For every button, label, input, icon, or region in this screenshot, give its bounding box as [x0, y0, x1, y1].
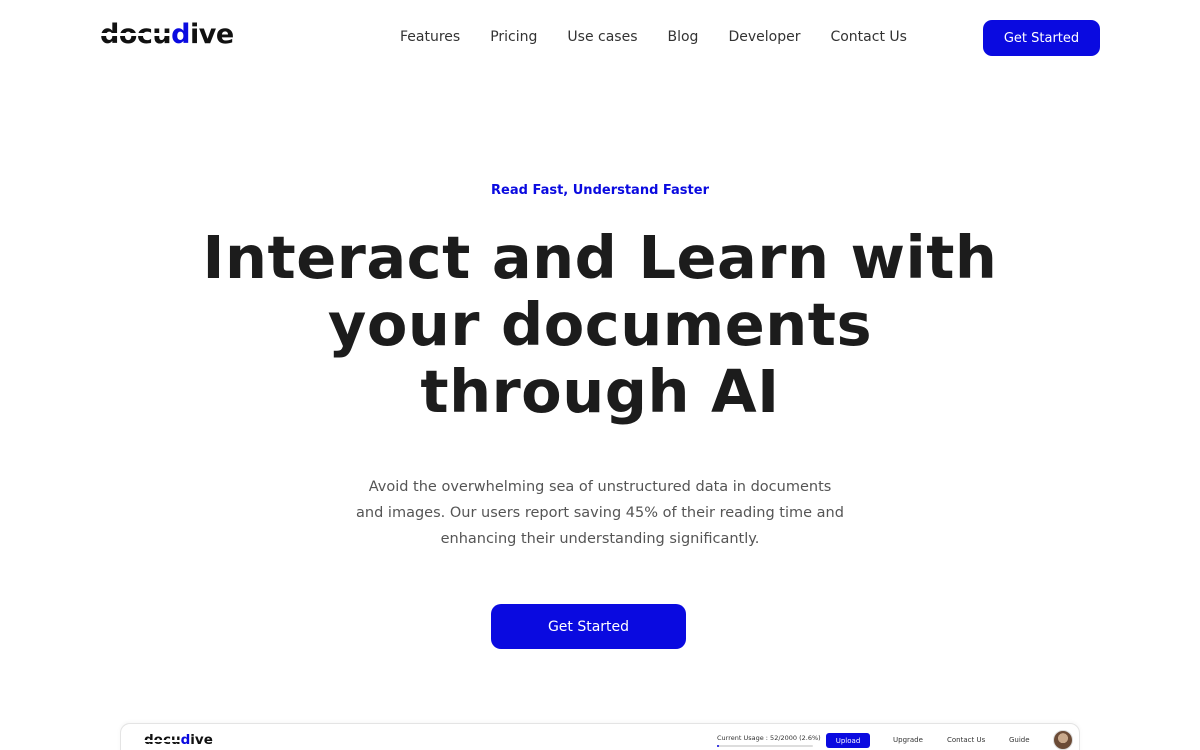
preview-logo-letter: d	[144, 733, 154, 748]
logo-letter-d2: d	[171, 19, 190, 50]
nav-contact-us[interactable]: Contact Us	[830, 29, 906, 49]
preview-nav-contact-us[interactable]: Contact Us	[947, 736, 985, 744]
docudive-logo[interactable]: docudive	[100, 21, 234, 48]
logo-letters-ive: ive	[189, 19, 234, 50]
hero-get-started-button[interactable]: Get Started	[491, 604, 686, 649]
logo-letter-c: c	[136, 21, 153, 48]
usage-fill	[717, 745, 720, 747]
preview-logo-letter: u	[170, 733, 181, 748]
preview-nav-upgrade[interactable]: Upgrade	[893, 736, 923, 744]
nav-use-cases[interactable]: Use cases	[567, 29, 637, 49]
usage-meter: Current Usage : 52/2000 (2.6%)	[717, 734, 821, 747]
nav-features[interactable]: Features	[400, 29, 460, 49]
nav-pricing[interactable]: Pricing	[490, 29, 537, 49]
nav-blog[interactable]: Blog	[668, 29, 699, 49]
preview-logo-letter: c	[162, 733, 171, 748]
upload-button[interactable]: Upload	[826, 733, 870, 748]
logo-letter-u: u	[152, 21, 172, 48]
preview-logo-letter: ive	[190, 732, 213, 748]
preview-logo-letter: o	[153, 733, 163, 748]
logo-letter-o: o	[118, 21, 137, 48]
header-get-started-button[interactable]: Get Started	[983, 20, 1100, 56]
user-avatar[interactable]	[1053, 730, 1073, 750]
usage-text: Current Usage : 52/2000 (2.6%)	[717, 734, 821, 742]
preview-logo: docudive	[144, 732, 213, 748]
hero-eyebrow: Read Fast, Understand Faster	[491, 183, 709, 198]
usage-track	[717, 745, 813, 747]
hero-title: Interact and Learn with your documents t…	[202, 223, 998, 426]
app-preview: docudive Current Usage : 52/2000 (2.6%) …	[120, 723, 1080, 750]
main-nav: Features Pricing Use cases Blog Develope…	[400, 29, 907, 49]
logo-letter-d1: d	[100, 19, 119, 50]
hero-description: Avoid the overwhelming sea of unstructur…	[356, 479, 844, 547]
nav-developer[interactable]: Developer	[728, 29, 800, 49]
preview-logo-letter: d	[180, 732, 191, 748]
preview-nav-guide[interactable]: Guide	[1009, 736, 1030, 744]
